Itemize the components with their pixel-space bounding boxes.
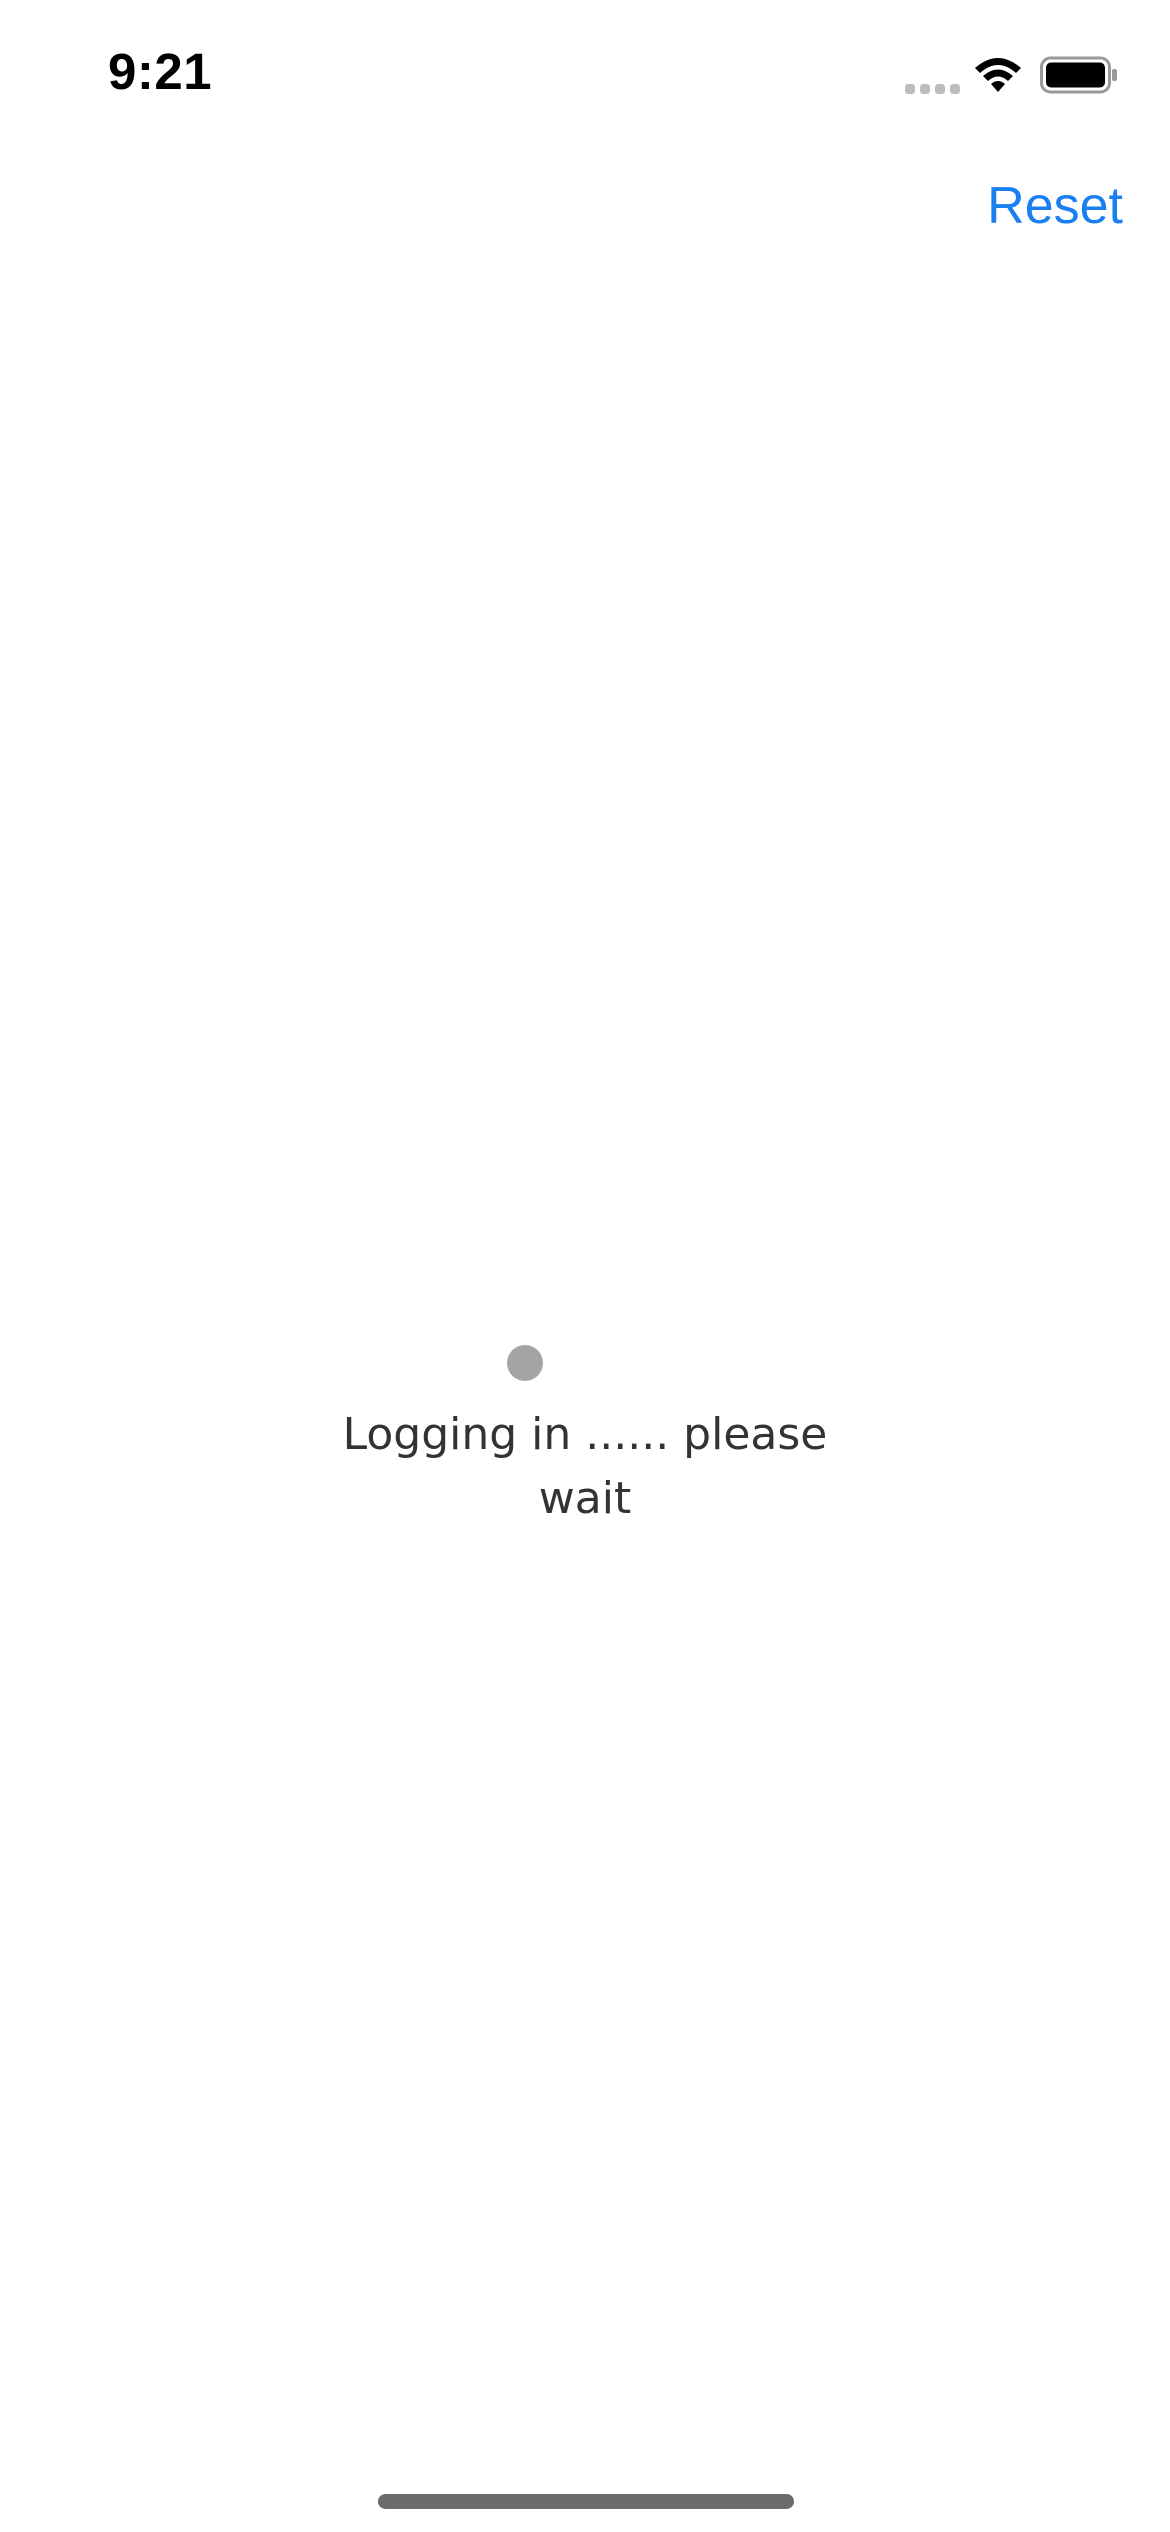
loading-message: Logging in ...... please wait	[342, 1409, 828, 1524]
signal-icon	[905, 78, 963, 94]
status-time: 9:21	[108, 43, 213, 100]
loading-spinner	[507, 1345, 543, 1381]
reset-button[interactable]: Reset	[987, 176, 1123, 236]
battery-icon	[1040, 56, 1117, 94]
login-loading-screen: 9:21 Reset Logging in ...... please wait	[0, 0, 1170, 2532]
status-bar: 9:21	[0, 0, 1170, 150]
wifi-icon	[975, 58, 1021, 92]
home-indicator[interactable]	[378, 2494, 794, 2509]
